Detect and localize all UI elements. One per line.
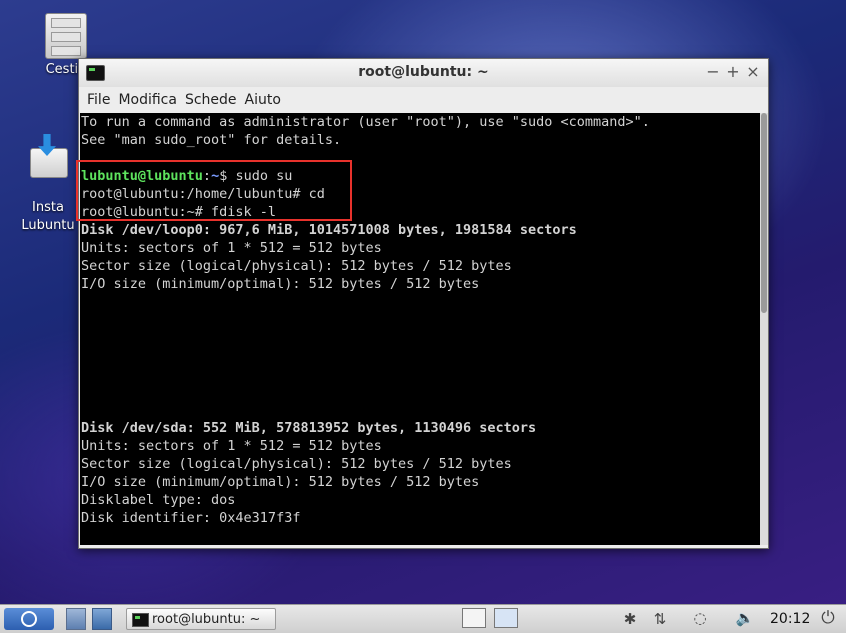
terminal-window[interactable]: root@lubuntu: ~ − + × File Modifica Schede… [78, 58, 769, 549]
terminal-scrollbar[interactable] [760, 113, 768, 545]
prompt-separator: : [202, 168, 212, 184]
workspace-1[interactable] [462, 608, 486, 628]
scrollbar-thumb[interactable] [761, 113, 767, 313]
show-desktop-icon[interactable] [92, 608, 112, 630]
volume-icon[interactable]: 🔈 [735, 609, 755, 631]
installer-icon [28, 134, 68, 178]
bluetooth-icon[interactable]: ✱ [620, 610, 640, 632]
desktop-icon-install-lubuntu[interactable]: Insta Lubuntu [18, 116, 78, 253]
clock[interactable]: 20:12 [770, 611, 810, 627]
close-button[interactable]: × [743, 62, 763, 81]
file-manager-icon[interactable] [66, 608, 86, 630]
terminal-line: Units: sectors of 1 * 512 = 512 bytes [81, 240, 382, 256]
network-icon[interactable]: ⇅ [650, 610, 670, 632]
terminal-line: Units: sectors of 1 * 512 = 512 bytes [81, 438, 382, 454]
menu-aiuto[interactable]: Aiuto [241, 87, 285, 108]
menu-bar: File Modifica Schede Aiuto [79, 87, 768, 113]
terminal-line: Disk identifier: 0x4e317f3f [81, 510, 301, 526]
window-title: root@lubuntu: ~ [358, 64, 489, 80]
terminal-line: Sector size (logical/physical): 512 byte… [81, 258, 512, 274]
lubuntu-logo-icon [21, 611, 37, 627]
menu-modifica[interactable]: Modifica [114, 87, 181, 108]
loading-icon: ◌ [693, 609, 707, 627]
prompt-symbol: $ [219, 168, 236, 184]
terminal-icon [132, 613, 149, 627]
power-icon[interactable]: ⏻ [818, 608, 838, 630]
terminal-line: lubuntu@lubuntu:~$ sudo su [81, 167, 760, 185]
taskbar-task-label: root@lubuntu: ~ [152, 612, 261, 627]
terminal-line: Disk /dev/sda: 552 MiB, 578813952 bytes,… [81, 420, 537, 436]
terminal-line: To run a command as administrator (user … [81, 114, 650, 130]
terminal-line: I/O size (minimum/optimal): 512 bytes / … [81, 276, 480, 292]
minimize-button[interactable]: − [703, 62, 723, 81]
taskbar: root@lubuntu: ~ ✱ ⇅ ◌ 🔈 20:12 ⏻ [0, 604, 846, 633]
menu-schede[interactable]: Schede [181, 87, 241, 108]
maximize-button[interactable]: + [723, 62, 743, 81]
prompt-path: ~ [211, 168, 220, 184]
start-menu-button[interactable] [4, 608, 54, 630]
window-titlebar[interactable]: root@lubuntu: ~ − + × [79, 59, 768, 87]
menu-file[interactable]: File [83, 87, 114, 108]
terminal-line: root@lubuntu:~# fdisk -l [81, 204, 277, 220]
taskbar-terminal-button[interactable]: root@lubuntu: ~ [126, 608, 276, 630]
terminal-line: root@lubuntu:/home/lubuntu# cd [81, 186, 325, 202]
terminal-line: See "man sudo_root" for details. [81, 132, 342, 148]
trash-icon [45, 13, 87, 59]
workspace-2[interactable] [494, 608, 518, 628]
terminal-line: I/O size (minimum/optimal): 512 bytes / … [81, 474, 480, 490]
terminal-line: Disklabel type: dos [81, 492, 236, 508]
command-text: sudo su [235, 168, 293, 184]
terminal-line: Disk /dev/loop0: 967,6 MiB, 1014571008 b… [81, 222, 577, 238]
terminal-line: Sector size (logical/physical): 512 byte… [81, 456, 512, 472]
prompt-user: lubuntu@lubuntu [81, 168, 203, 184]
desktop-icon-label: Insta Lubuntu [21, 200, 75, 233]
terminal-output[interactable]: To run a command as administrator (user … [80, 113, 760, 545]
